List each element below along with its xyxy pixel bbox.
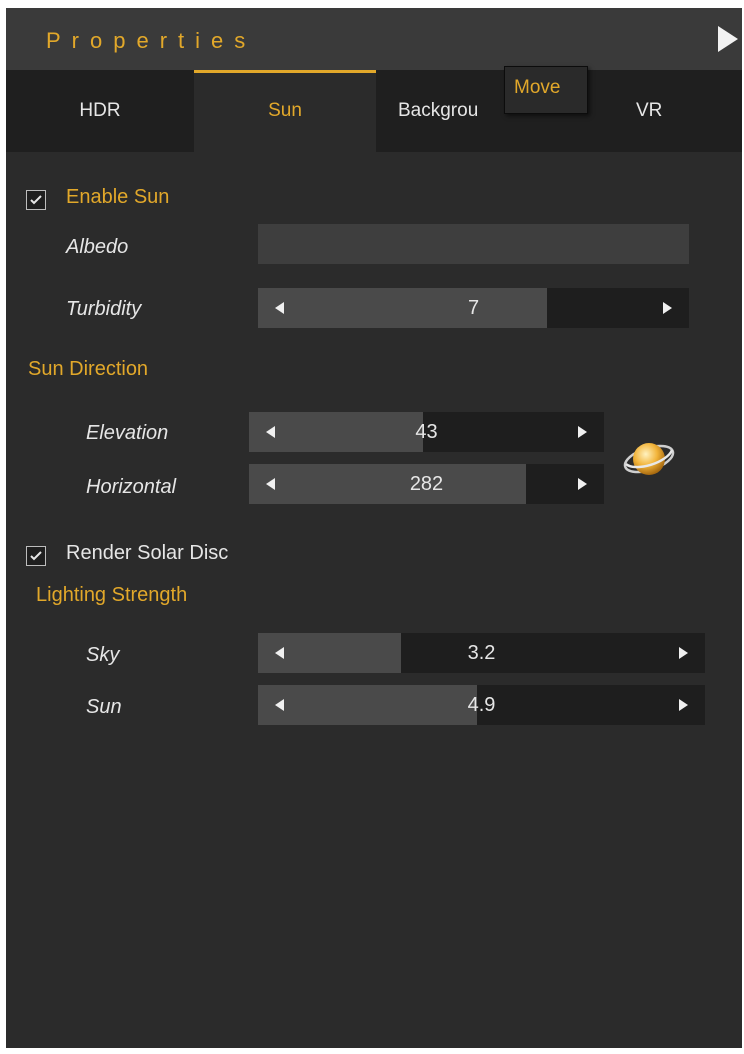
enable-sun-checkbox[interactable]: [26, 190, 46, 210]
horizontal-label: Horizontal: [86, 476, 177, 498]
albedo-field[interactable]: [258, 224, 689, 264]
sun-strength-slider[interactable]: 4.9: [258, 685, 705, 725]
turbidity-value: 7: [467, 297, 480, 319]
move-tooltip: Move: [504, 66, 588, 114]
arrow-right-icon[interactable]: [677, 644, 691, 662]
tab-hdr-label: HDR: [79, 100, 121, 121]
lighting-strength-heading: Lighting Strength: [36, 584, 188, 606]
elevation-label: Elevation: [86, 422, 169, 444]
elevation-slider[interactable]: 43: [249, 412, 604, 452]
arrow-right-icon[interactable]: [576, 423, 590, 441]
tab-background-label: Backgrou: [398, 100, 479, 121]
tab-hdr[interactable]: HDR: [6, 70, 194, 152]
elevation-value: 43: [415, 421, 438, 443]
arrow-right-icon[interactable]: [661, 299, 675, 317]
turbidity-label: Turbidity: [66, 298, 142, 320]
enable-sun-label: Enable Sun: [66, 186, 170, 208]
panel-titlebar[interactable]: Properties: [6, 8, 742, 70]
arrow-right-icon[interactable]: [677, 696, 691, 714]
sun-strength-value: 4.9: [467, 694, 496, 716]
sun-strength-label: Sun: [86, 696, 122, 718]
properties-panel: Properties HDR Sun Backgrou VR Enable Su…: [6, 8, 742, 1048]
tab-sun[interactable]: Sun: [194, 70, 376, 152]
tab-bar: HDR Sun Backgrou VR: [6, 70, 742, 152]
panel-title: Properties: [46, 28, 257, 53]
horizontal-value: 282: [409, 473, 444, 495]
tab-sun-label: Sun: [268, 100, 302, 121]
sky-slider[interactable]: 3.2: [258, 633, 705, 673]
triangle-right-icon[interactable]: [714, 24, 740, 54]
sky-label: Sky: [86, 644, 120, 666]
turbidity-slider[interactable]: 7: [258, 288, 689, 328]
move-tooltip-text: Move: [514, 77, 561, 98]
albedo-label: Albedo: [66, 236, 129, 258]
render-solar-disc-label: Render Solar Disc: [66, 542, 229, 564]
render-solar-disc-checkbox[interactable]: [26, 546, 46, 566]
sun-direction-heading: Sun Direction: [28, 358, 149, 380]
tab-vr-label: VR: [636, 100, 663, 121]
sky-value: 3.2: [467, 642, 496, 664]
horizontal-slider[interactable]: 282: [249, 464, 604, 504]
arrow-right-icon[interactable]: [576, 475, 590, 493]
sun-orbit-icon[interactable]: [620, 430, 678, 488]
